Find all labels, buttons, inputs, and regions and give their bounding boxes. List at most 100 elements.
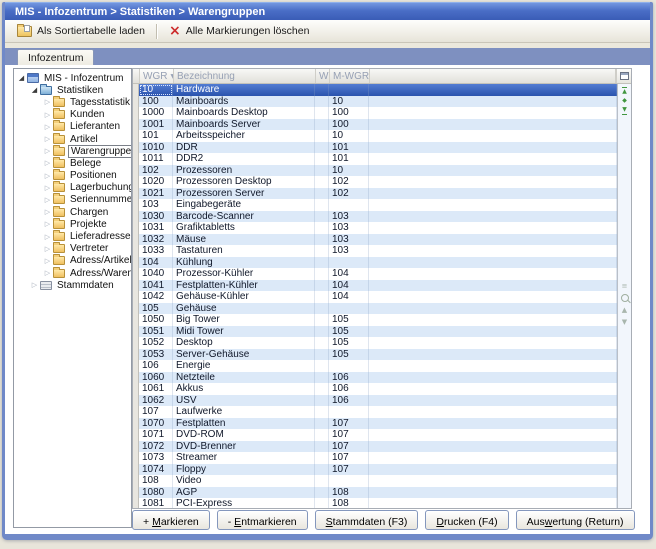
table-row[interactable]: 108Video <box>133 475 617 487</box>
table-row[interactable]: 1011DDR2101 <box>133 153 617 165</box>
page-up-icon[interactable]: ▲ <box>622 306 627 314</box>
table-row[interactable]: 1081PCI-Express108 <box>133 498 617 508</box>
table-row[interactable]: 1074Floppy107 <box>133 464 617 476</box>
scroll-to-bottom-icon[interactable]: ▼ <box>622 107 627 115</box>
tree-item-statistiken[interactable]: ◢Statistiken <box>14 84 131 96</box>
table-row[interactable]: 1070Festplatten107 <box>133 418 617 430</box>
collapsed-arrow-icon[interactable]: ▷ <box>43 147 52 155</box>
table-row[interactable]: 1053Server-Gehäuse105 <box>133 349 617 361</box>
button-markieren[interactable]: + Markieren <box>132 510 210 530</box>
tree-item-seriennummern[interactable]: ▷Seriennummern <box>14 194 131 206</box>
tree-item-chargen[interactable]: ▷Chargen <box>14 206 131 218</box>
table-row[interactable]: 1040Prozessor-Kühler104 <box>133 268 617 280</box>
table-row[interactable]: 1032Mäuse103 <box>133 234 617 246</box>
table-row[interactable]: 102Prozessoren10 <box>133 165 617 177</box>
button-drucken-f4[interactable]: Drucken (F4) <box>425 510 508 530</box>
table-row[interactable]: 106Energie <box>133 360 617 372</box>
tab-infozentrum[interactable]: Infozentrum <box>17 49 94 65</box>
button-auswertung-return[interactable]: Auswertung (Return) <box>516 510 635 530</box>
tree-item-lieferanten[interactable]: ▷Lieferanten <box>14 121 131 133</box>
collapsed-arrow-icon[interactable]: ▷ <box>43 111 52 119</box>
table-row[interactable]: 1042Gehäuse-Kühler104 <box>133 291 617 303</box>
tree-item-lieferadressen[interactable]: ▷Lieferadressen <box>14 230 131 242</box>
tree-item-positionen[interactable]: ▷Positionen <box>14 170 131 182</box>
table-row[interactable]: 1031Grafiktabletts103 <box>133 222 617 234</box>
table-row[interactable]: 1001Mainboards Server100 <box>133 119 617 131</box>
vertical-scrollbar[interactable]: ▲ ◆ ▼ ≡ ▲ ▼ <box>617 84 631 508</box>
table-row[interactable]: 1051Midi Tower105 <box>133 326 617 338</box>
collapsed-arrow-icon[interactable]: ▷ <box>43 220 52 228</box>
collapsed-arrow-icon[interactable]: ▷ <box>43 184 52 192</box>
table-row[interactable]: 1061Akkus106 <box>133 383 617 395</box>
table-cell-w <box>315 314 329 326</box>
table-cell-w <box>315 452 329 464</box>
collapsed-arrow-icon[interactable]: ▷ <box>43 172 52 180</box>
table-row[interactable]: 1052Desktop105 <box>133 337 617 349</box>
table-row[interactable]: 1030Barcode-Scanner103 <box>133 211 617 223</box>
button-stammdaten-f3[interactable]: Stammdaten (F3) <box>315 510 419 530</box>
column-header-mwgr[interactable]: M-WGR <box>330 69 370 83</box>
tree-item-warengruppen[interactable]: ▷Warengruppen <box>14 145 131 157</box>
toolbar-button-als-sortiertabelle-laden[interactable]: Als Sortiertabelle laden <box>11 23 151 39</box>
table-row[interactable]: 1041Festplatten-Kühler104 <box>133 280 617 292</box>
table-row[interactable]: 101Arbeitsspeicher10 <box>133 130 617 142</box>
tree-item-mis-infozentrum[interactable]: ◢MIS - Infozentrum <box>14 72 131 84</box>
column-header-bezeichnung[interactable]: Bezeichnung <box>174 69 316 83</box>
table-row[interactable]: 103Eingabegeräte <box>133 199 617 211</box>
collapsed-arrow-icon[interactable]: ▷ <box>43 123 52 131</box>
table-row[interactable]: 1033Tastaturen103 <box>133 245 617 257</box>
scroll-to-top-icon[interactable]: ▲ <box>622 87 627 95</box>
button-entmarkieren[interactable]: - Entmarkieren <box>217 510 308 530</box>
table-row[interactable]: 1050Big Tower105 <box>133 314 617 326</box>
expanded-arrow-icon[interactable]: ◢ <box>30 86 39 94</box>
table-row[interactable]: 105Gehäuse <box>133 303 617 315</box>
search-icon[interactable] <box>621 294 629 302</box>
table-row[interactable]: 1080AGP108 <box>133 487 617 499</box>
tree-item-vertreter[interactable]: ▷Vertreter <box>14 243 131 255</box>
tree-item-adress-warengruppen[interactable]: ▷Adress/Warengruppen <box>14 267 131 279</box>
collapsed-arrow-icon[interactable]: ▷ <box>43 135 52 143</box>
table-row[interactable]: 100Mainboards10 <box>133 96 617 108</box>
column-header-w[interactable]: W <box>316 69 330 83</box>
table-row[interactable]: 10Hardware <box>133 84 617 96</box>
table-cell-w <box>315 383 329 395</box>
table-cell-w <box>315 165 329 177</box>
column-chooser-button[interactable] <box>616 69 631 83</box>
collapsed-arrow-icon[interactable]: ▷ <box>43 208 52 216</box>
collapsed-arrow-icon[interactable]: ▷ <box>43 98 52 106</box>
collapsed-arrow-icon[interactable]: ▷ <box>30 281 39 289</box>
table-row[interactable]: 104Kühlung <box>133 257 617 269</box>
table-row[interactable]: 107Laufwerke <box>133 406 617 418</box>
collapsed-arrow-icon[interactable]: ▷ <box>43 159 52 167</box>
tree-item-lagerbuchungen[interactable]: ▷Lagerbuchungen <box>14 182 131 194</box>
tree-item-stammdaten[interactable]: ▷Stammdaten <box>14 279 131 291</box>
tree-item-artikel[interactable]: ▷Artikel <box>14 133 131 145</box>
table-row[interactable]: 1000Mainboards Desktop100 <box>133 107 617 119</box>
tree-item-tagesstatistik[interactable]: ▷Tagesstatistik <box>14 96 131 108</box>
tree-item-projekte[interactable]: ▷Projekte <box>14 218 131 230</box>
tree-item-kunden[interactable]: ▷Kunden <box>14 109 131 121</box>
table-row[interactable]: 1071DVD-ROM107 <box>133 429 617 441</box>
collapsed-arrow-icon[interactable]: ▷ <box>43 196 52 204</box>
column-header-wgr[interactable]: WGR▼ <box>140 69 174 83</box>
table-row[interactable]: 1073Streamer107 <box>133 452 617 464</box>
table-row[interactable]: 1060Netzteile106 <box>133 372 617 384</box>
tree-item-belege[interactable]: ▷Belege <box>14 157 131 169</box>
toolbar-button-alle-markierungen-löschen[interactable]: ×Alle Markierungen löschen <box>163 23 315 39</box>
collapsed-arrow-icon[interactable]: ▷ <box>43 257 52 265</box>
scroll-position-icon[interactable]: ◆ <box>622 98 627 104</box>
table-row[interactable]: 1010DDR101 <box>133 142 617 154</box>
tree-item-adress-artikel[interactable]: ▷Adress/Artikel <box>14 255 131 267</box>
collapsed-arrow-icon[interactable]: ▷ <box>43 233 52 241</box>
title-bar[interactable]: MIS - Infozentrum > Statistiken > Wareng… <box>5 2 650 20</box>
page-down-icon[interactable]: ▼ <box>622 318 627 326</box>
table-cell-w <box>315 349 329 361</box>
table-row[interactable]: 1020Prozessoren Desktop102 <box>133 176 617 188</box>
collapsed-arrow-icon[interactable]: ▷ <box>43 269 52 277</box>
table-row[interactable]: 1021Prozessoren Server102 <box>133 188 617 200</box>
expanded-arrow-icon[interactable]: ◢ <box>17 74 26 82</box>
fast-scroll-icon[interactable]: ≡ <box>622 282 628 290</box>
collapsed-arrow-icon[interactable]: ▷ <box>43 245 52 253</box>
table-row[interactable]: 1072DVD-Brenner107 <box>133 441 617 453</box>
table-row[interactable]: 1062USV106 <box>133 395 617 407</box>
